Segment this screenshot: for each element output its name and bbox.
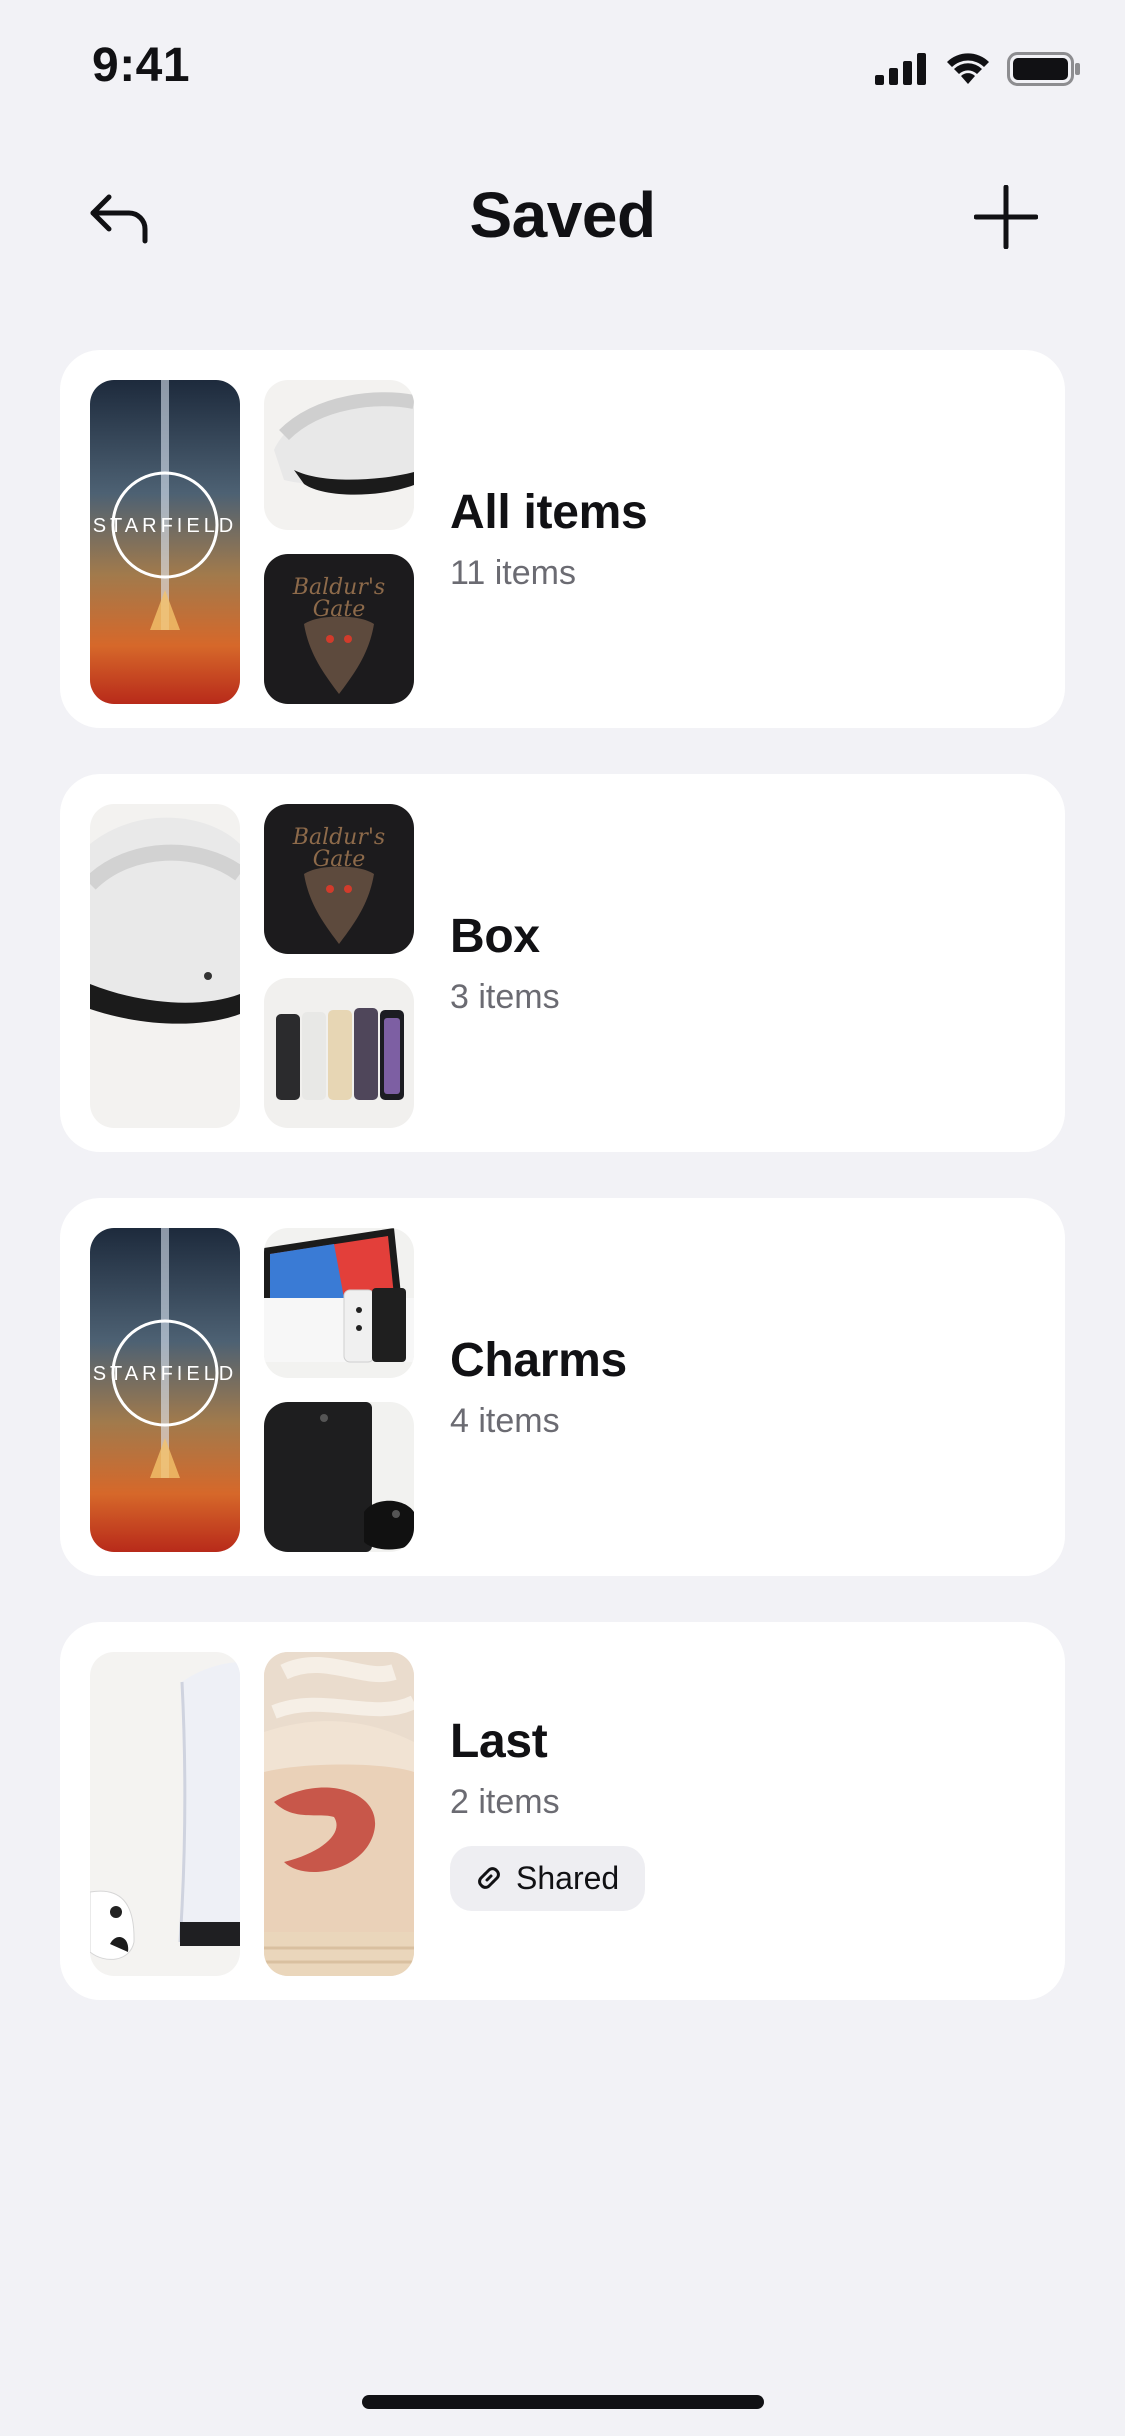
sneaker-thumbnail [264, 1652, 414, 1976]
vr-headset-thumbnail [90, 804, 240, 1128]
status-bar: 9:41 [0, 0, 1125, 140]
collection-title: Box [450, 910, 540, 963]
add-collection-button[interactable] [971, 182, 1041, 252]
collection-info: All items 11 items [450, 350, 648, 728]
wifi-icon [947, 53, 989, 84]
baldurs-gate-thumbnail: Baldur's Gate [264, 804, 414, 954]
collection-count: 2 items [450, 1782, 560, 1821]
shared-label: Shared [516, 1859, 620, 1896]
starfield-thumbnail: STARFIELD [90, 380, 240, 704]
status-icons [875, 52, 1081, 86]
vr-headset-thumbnail [264, 380, 414, 530]
iphone-lineup-thumbnail [264, 978, 414, 1128]
nintendo-switch-thumbnail [264, 1228, 414, 1378]
nav-bar: Saved [0, 160, 1125, 270]
collection-info: Last 2 items Shared [450, 1622, 646, 2000]
collection-card-all-items[interactable]: STARFIELD Baldur's Gate All items 11 ite… [60, 350, 1065, 728]
battery-icon [1007, 52, 1080, 86]
collection-card-last[interactable]: Last 2 items Shared [60, 1622, 1065, 2000]
collection-count: 11 items [450, 554, 576, 592]
svg-text:STARFIELD: STARFIELD [93, 1363, 238, 1385]
collection-count: 3 items [450, 978, 560, 1016]
xbox-series-x-thumbnail [264, 1402, 414, 1552]
status-time: 9:41 [92, 39, 191, 92]
collection-count: 4 items [450, 1402, 560, 1440]
link-icon [478, 1867, 500, 1889]
page-title: Saved [469, 179, 656, 251]
ps5-thumbnail [90, 1652, 240, 1976]
collection-info: Charms 4 items [450, 1198, 627, 1576]
signal-icon [875, 53, 926, 85]
baldurs-gate-thumbnail: Baldur's Gate [264, 554, 414, 704]
collection-title: Charms [450, 1334, 627, 1387]
starfield-thumbnail: STARFIELD [90, 1228, 240, 1552]
home-indicator [362, 2395, 764, 2409]
shared-badge: Shared [450, 1845, 646, 1911]
collection-title: Last [450, 1714, 548, 1768]
svg-text:STARFIELD: STARFIELD [93, 515, 238, 537]
collection-card-charms[interactable]: STARFIELD Charms 4 items [60, 1198, 1065, 1576]
collection-card-box[interactable]: Baldur's Gate Box 3 items [60, 774, 1065, 1152]
plus-icon [974, 185, 1038, 249]
collection-info: Box 3 items [450, 774, 560, 1152]
collection-title: All items [450, 486, 648, 539]
collections-list: STARFIELD Baldur's Gate All items 11 ite… [60, 350, 1065, 2046]
